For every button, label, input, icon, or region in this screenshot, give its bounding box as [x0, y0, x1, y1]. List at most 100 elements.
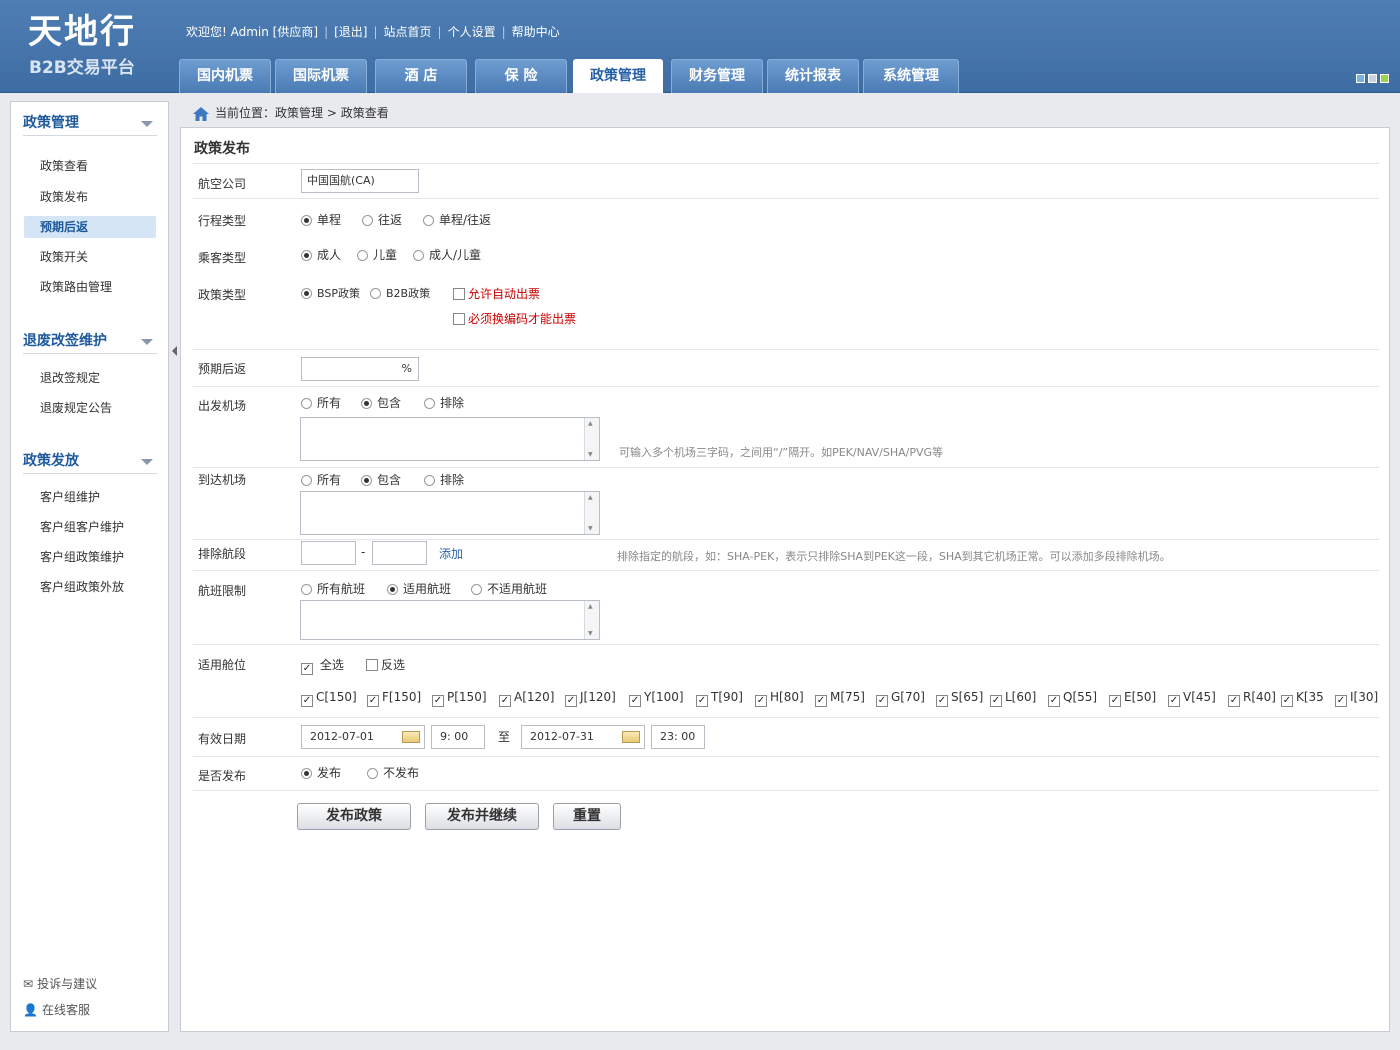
publish-yes-radio[interactable]: 发布 [301, 766, 341, 780]
policy-form: 政策发布 航空公司 中国国航(CA) 行程类型 单程 往返 单程/往返 乘客类型… [180, 127, 1390, 1032]
publish-button[interactable]: 发布政策 [297, 803, 411, 830]
cabin-checkbox[interactable]: ✓ L[60] [990, 690, 1036, 707]
sidebar-section-refund[interactable]: 退废改签维护 [23, 330, 157, 354]
sidebar-section-distribution[interactable]: 政策发放 [23, 450, 157, 474]
publish-no-radio[interactable]: 不发布 [367, 766, 419, 780]
trip-oneway-radio[interactable]: 单程 [301, 213, 341, 227]
departure-include-radio[interactable]: 包含 [361, 396, 401, 410]
departure-all-radio[interactable]: 所有 [301, 396, 341, 410]
passenger-child-radio[interactable]: 儿童 [357, 248, 397, 262]
sidebar-item-refund-rules[interactable]: 退改签规定 [24, 367, 156, 389]
cabin-checkbox[interactable]: ✓ K[35 [1281, 690, 1324, 707]
sidebar-item-policy-view[interactable]: 政策查看 [24, 155, 156, 177]
scrollbar[interactable] [584, 418, 599, 460]
tab-international[interactable]: 国际机票 [275, 59, 367, 93]
auto-issue-checkbox[interactable]: 允许自动出票 [453, 287, 540, 301]
breadcrumb: 当前位置：政策管理 > 政策查看 [193, 104, 389, 122]
tab-policy[interactable]: 政策管理 [573, 59, 663, 93]
invert-checkbox[interactable]: 反选 [366, 658, 405, 672]
home-link[interactable]: 站点首页 [384, 24, 432, 40]
cabin-checkbox[interactable]: ✓ Q[55] [1048, 690, 1097, 707]
cabin-checkbox[interactable]: ✓ P[150] [432, 690, 487, 707]
sidebar-item-group[interactable]: 客户组维护 [24, 486, 156, 508]
cabin-checkbox[interactable]: ✓ J[120] [565, 690, 616, 707]
expected-rebate-input[interactable]: % [301, 357, 419, 381]
tab-report[interactable]: 统计报表 [767, 59, 859, 93]
page-title: 政策发布 [194, 141, 250, 157]
sidebar-section-policy[interactable]: 政策管理 [23, 112, 157, 136]
start-date-input[interactable]: 2012-07-01 [301, 725, 425, 749]
select-all-checkbox[interactable]: ✓ 全选 [301, 658, 344, 675]
sidebar-item-policy-switch[interactable]: 政策开关 [24, 246, 156, 268]
flight-applicable-radio[interactable]: 适用航班 [387, 582, 451, 596]
departure-label: 出发机场 [198, 399, 247, 413]
tab-insurance[interactable]: 保 险 [475, 59, 567, 93]
sidebar-item-group-customer[interactable]: 客户组客户维护 [24, 516, 156, 538]
sidebar-item-policy-route[interactable]: 政策路由管理 [24, 276, 156, 298]
policy-bsp-radio[interactable]: BSP政策 [301, 287, 360, 301]
cabin-checkbox[interactable]: ✓ M[75] [815, 690, 865, 707]
must-change-pnr-checkbox[interactable]: 必须换编码才能出票 [453, 312, 576, 326]
expected-rebate-label: 预期后返 [198, 362, 247, 376]
publish-continue-button[interactable]: 发布并继续 [425, 803, 539, 830]
sidebar-item-group-policy-out[interactable]: 客户组政策外放 [24, 576, 156, 598]
policy-b2b-radio[interactable]: B2B政策 [370, 287, 430, 301]
sidebar-item-policy-publish[interactable]: 政策发布 [24, 186, 156, 208]
departure-exclude-radio[interactable]: 排除 [424, 396, 464, 410]
arrival-all-radio[interactable]: 所有 [301, 473, 341, 487]
arrival-exclude-radio[interactable]: 排除 [424, 473, 464, 487]
end-date-input[interactable]: 2012-07-31 [521, 725, 645, 749]
passenger-adult-radio[interactable]: 成人 [301, 248, 341, 262]
airline-input[interactable]: 中国国航(CA) [301, 169, 419, 193]
exclude-to-input[interactable] [372, 541, 427, 565]
cabin-checkbox[interactable]: ✓ S[65] [936, 690, 983, 707]
cabin-checkbox[interactable]: ✓ Y[100] [629, 690, 684, 707]
cabin-checkbox[interactable]: ✓ R[40] [1228, 690, 1276, 707]
start-time-input[interactable]: 9: 00 [431, 725, 485, 749]
sidebar-item-group-policy[interactable]: 客户组政策维护 [24, 546, 156, 568]
logo-subtitle: B2B交易平台 [29, 58, 135, 78]
settings-link[interactable]: 个人设置 [448, 24, 496, 40]
flight-all-radio[interactable]: 所有航班 [301, 582, 365, 596]
tab-finance[interactable]: 财务管理 [671, 59, 763, 93]
passenger-both-radio[interactable]: 成人/儿童 [413, 248, 481, 262]
trip-roundtrip-radio[interactable]: 往返 [362, 213, 402, 227]
tab-hotel[interactable]: 酒 店 [375, 59, 467, 93]
segment-hint: 排除指定的航段，如：SHA-PEK，表示只排除SHA到PEK这一段，SHA到其它… [617, 550, 1171, 563]
arrival-airports-textarea[interactable] [300, 491, 600, 535]
cabin-checkbox[interactable]: ✓ C[150] [301, 690, 357, 707]
scrollbar[interactable] [584, 492, 599, 534]
feedback-link[interactable]: ✉ 投诉与建议 [23, 975, 101, 992]
cabin-checkbox[interactable]: ✓ I[30] [1335, 690, 1378, 707]
flight-not-applicable-radio[interactable]: 不适用航班 [471, 582, 547, 596]
cabin-checkbox[interactable]: ✓ A[120] [499, 690, 554, 707]
sidebar-item-refund-notice[interactable]: 退废规定公告 [24, 397, 156, 419]
cabin-checkbox[interactable]: ✓ H[80] [755, 690, 804, 707]
maximize-icon[interactable] [1380, 74, 1389, 83]
sidebar-item-expected-rebate[interactable]: 预期后返 [24, 216, 156, 238]
tab-system[interactable]: 系统管理 [863, 59, 959, 93]
flights-textarea[interactable] [300, 600, 600, 640]
exclude-from-input[interactable] [301, 541, 356, 565]
online-service-link[interactable]: 👤 在线客服 [23, 1001, 94, 1018]
cabin-checkbox[interactable]: ✓ V[45] [1168, 690, 1216, 707]
departure-airports-textarea[interactable] [300, 417, 600, 461]
help-link[interactable]: 帮助中心 [512, 24, 560, 40]
reset-button[interactable]: 重置 [553, 803, 621, 830]
trip-both-radio[interactable]: 单程/往返 [423, 213, 491, 227]
tab-domestic[interactable]: 国内机票 [179, 59, 271, 93]
add-segment-link[interactable]: 添加 [439, 545, 463, 562]
cabin-checkbox[interactable]: ✓ F[150] [367, 690, 421, 707]
restore-icon[interactable] [1356, 74, 1365, 83]
cabin-checkbox[interactable]: ✓ T[90] [696, 690, 743, 707]
logout-link[interactable]: [退出] [334, 24, 367, 40]
cabin-checkbox[interactable]: ✓ G[70] [876, 690, 925, 707]
collapse-sidebar-icon[interactable] [172, 346, 177, 356]
scrollbar[interactable] [584, 601, 599, 639]
minimize-icon[interactable] [1368, 74, 1377, 83]
arrival-include-radio[interactable]: 包含 [361, 473, 401, 487]
end-time-input[interactable]: 23: 00 [651, 725, 705, 749]
calendar-icon[interactable] [622, 731, 640, 743]
cabin-checkbox[interactable]: ✓ E[50] [1109, 690, 1156, 707]
calendar-icon[interactable] [402, 731, 420, 743]
